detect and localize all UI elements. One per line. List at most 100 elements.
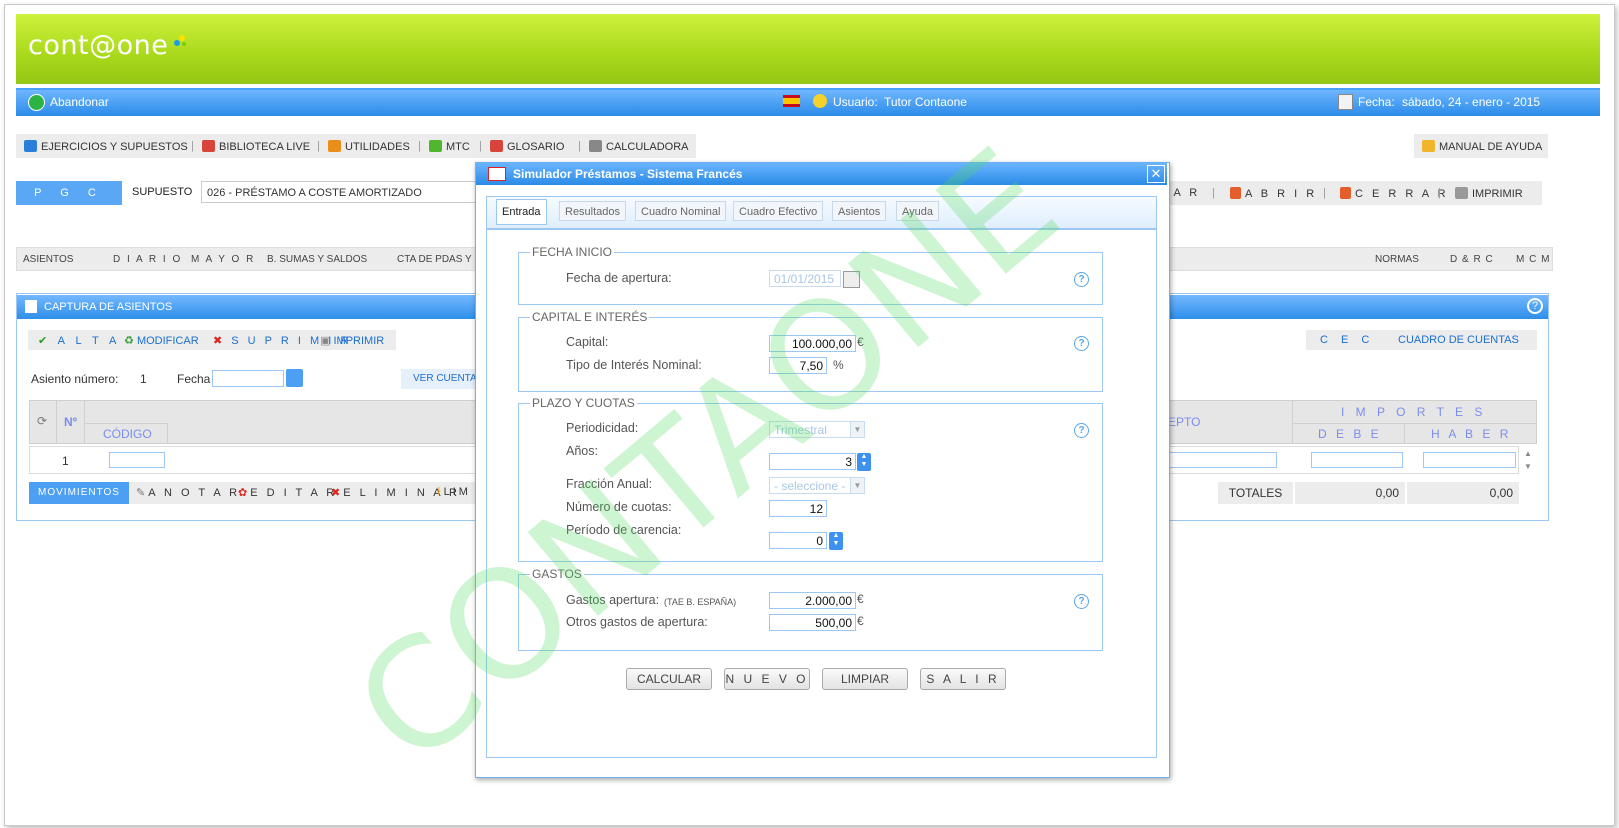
refresh-icon[interactable]: ⟳ [37, 414, 47, 428]
abandon-link[interactable]: Abandonar [50, 95, 109, 109]
menu-separator: | [317, 140, 320, 152]
play-icon [429, 140, 442, 152]
help-icon[interactable]: ? [1074, 272, 1089, 287]
anos-stepper-icon[interactable]: ▲ ▼ [857, 453, 871, 471]
imprimir-button[interactable]: ▣ IMPRIMIR [320, 334, 384, 347]
app-header [16, 14, 1600, 84]
haber-input[interactable] [1423, 452, 1516, 468]
help-icon[interactable]: ? [1527, 298, 1543, 314]
calendar-icon [1338, 94, 1353, 110]
menu-utilidades[interactable]: UTILIDADES [328, 140, 410, 153]
menu-biblioteca[interactable]: BIBLIOTECA LIVE [202, 140, 310, 153]
otros-gastos-input[interactable]: 500,00 [769, 614, 856, 631]
chevron-down-icon[interactable]: ▼ [850, 422, 864, 437]
entry-icon [25, 300, 37, 313]
capital-input[interactable]: 100.000,00 [769, 335, 856, 352]
codigo-input[interactable] [109, 452, 165, 468]
tab-asientos[interactable]: Asientos [832, 201, 887, 221]
fecha-input[interactable] [212, 370, 284, 387]
tab-resultados[interactable]: Resultados [559, 201, 627, 221]
tipo-interes-input[interactable]: 7,50 [769, 357, 827, 374]
help-manual-button[interactable]: MANUAL DE AYUDA [1414, 134, 1548, 158]
col-no: Nº [57, 401, 85, 443]
carencia-input[interactable]: 0 [769, 532, 827, 549]
action-separator: | [1323, 187, 1326, 199]
ver-cuentas-button[interactable]: VER CUENTA [401, 369, 481, 389]
supuesto-label: SUPUESTO [132, 186, 193, 198]
capital-unit: € [857, 335, 864, 349]
tab-normas[interactable]: NORMAS [1375, 254, 1419, 265]
book-icon [24, 140, 37, 152]
refresh-icon-cell[interactable]: ⟳ [30, 401, 57, 443]
action-cerrar[interactable]: C E R R A R [1340, 187, 1449, 200]
tab-mcm[interactable]: M C M [1516, 254, 1550, 265]
tab-asientos[interactable]: ASIENTOS [23, 254, 73, 265]
fecha-apertura-input[interactable]: 01/01/2015 [769, 270, 841, 287]
calcular-button[interactable]: CALCULAR [626, 668, 712, 690]
help-icon[interactable]: ? [1074, 423, 1089, 438]
user-icon [813, 94, 827, 108]
tab-sumas-saldos[interactable]: B. SUMAS Y SALDOS [267, 254, 367, 265]
alta-button[interactable]: ✔ A L T A [38, 334, 120, 347]
calendar-picker-icon[interactable] [843, 271, 860, 288]
spain-flag-icon[interactable] [783, 95, 800, 107]
menu-ejercicios[interactable]: EJERCICIOS Y SUPUESTOS [24, 140, 188, 153]
tab-diario[interactable]: D I A R I O [113, 254, 182, 265]
dialog-titlebar[interactable]: Simulador Préstamos - Sistema Francés [476, 163, 1167, 185]
concepto-input[interactable] [1167, 452, 1277, 468]
close-file-icon [1340, 187, 1351, 199]
tab-drc[interactable]: D & R C [1450, 254, 1494, 265]
file-actions-bar: I A R | A B R I R | C E R R A R | IMPRIM… [1150, 181, 1542, 205]
row-number: 1 [62, 454, 69, 468]
gastos-legend: GASTOS [532, 567, 582, 581]
user-name: Tutor Contaone [884, 95, 967, 109]
power-icon[interactable] [28, 94, 45, 111]
glossary-icon [490, 140, 503, 152]
help-icon[interactable]: ? [1074, 594, 1089, 609]
captura-title: CAPTURA DE ASIENTOS [44, 301, 173, 313]
close-icon[interactable]: ✕ [1147, 165, 1165, 183]
cec-button[interactable]: C E C [1320, 334, 1374, 346]
calendar-icon[interactable] [286, 369, 303, 387]
help-icon[interactable]: ? [1074, 336, 1089, 351]
limpiar-dialog-button[interactable]: LIMPIAR [822, 668, 908, 690]
nuevo-button[interactable]: N U E V O [724, 668, 810, 690]
tab-cta-pdas[interactable]: CTA DE PDAS Y [397, 254, 472, 265]
row-scrollbar[interactable]: ▲ ▼ [1522, 447, 1534, 473]
logo-dots-icon [174, 35, 186, 46]
tab-cuadro-efectivo[interactable]: Cuadro Efectivo [733, 201, 824, 221]
menu-calculadora[interactable]: CALCULADORA [589, 140, 689, 153]
tab-cuadro-nominal[interactable]: Cuadro Nominal [635, 201, 727, 221]
carencia-stepper-icon[interactable]: ▲ ▼ [829, 532, 843, 550]
total-debe: 0,00 [1295, 482, 1405, 504]
action-abrir[interactable]: A B R I R [1230, 187, 1317, 200]
salir-button[interactable]: S A L I R [920, 668, 1006, 690]
menu-glosario[interactable]: GLOSARIO [490, 140, 564, 153]
asiento-number: 1 [140, 372, 147, 386]
anotar-button[interactable]: ✎A N O T A R [136, 486, 240, 499]
tipo-interes-label: Tipo de Interés Nominal: [566, 358, 702, 372]
limpiar-button[interactable]: ɫLIM [437, 486, 471, 498]
tab-entrada[interactable]: Entrada [496, 199, 547, 225]
menu-mtc[interactable]: MTC [429, 140, 470, 153]
tab-ayuda[interactable]: Ayuda [896, 201, 939, 221]
modificar-button[interactable]: ♻ MODIFICAR [124, 334, 199, 347]
col-haber-label: H A B E R [1431, 427, 1512, 441]
movimientos-label[interactable]: MOVIMIENTOS [29, 482, 129, 504]
pgc-button[interactable]: P G C [16, 181, 122, 205]
editar-button[interactable]: ✿E D I T A R [238, 486, 337, 499]
action-imprimir[interactable]: IMPRIMIR [1455, 187, 1523, 200]
date-label: Fecha: [1358, 95, 1395, 109]
tab-mayor[interactable]: M A Y O R [191, 254, 255, 265]
col-no-label: Nº [64, 415, 78, 429]
carencia-label: Período de carencia: [566, 523, 682, 537]
debe-input[interactable] [1311, 452, 1403, 468]
chevron-down-icon[interactable]: ▼ [850, 478, 864, 493]
supuesto-field[interactable]: 026 - PRÉSTAMO A COSTE AMORTIZADO [201, 181, 491, 203]
anos-input[interactable]: 3 [769, 453, 856, 470]
col-codigo-label: CÓDIGO [103, 427, 152, 441]
cuadro-cuentas-button[interactable]: CUADRO DE CUENTAS [1398, 334, 1519, 346]
gastos-apertura-input[interactable]: 2.000,00 [769, 592, 856, 609]
cuotas-input[interactable]: 12 [769, 500, 827, 517]
user-bar: Abandonar Usuario: Tutor Contaone Fecha:… [16, 88, 1600, 116]
